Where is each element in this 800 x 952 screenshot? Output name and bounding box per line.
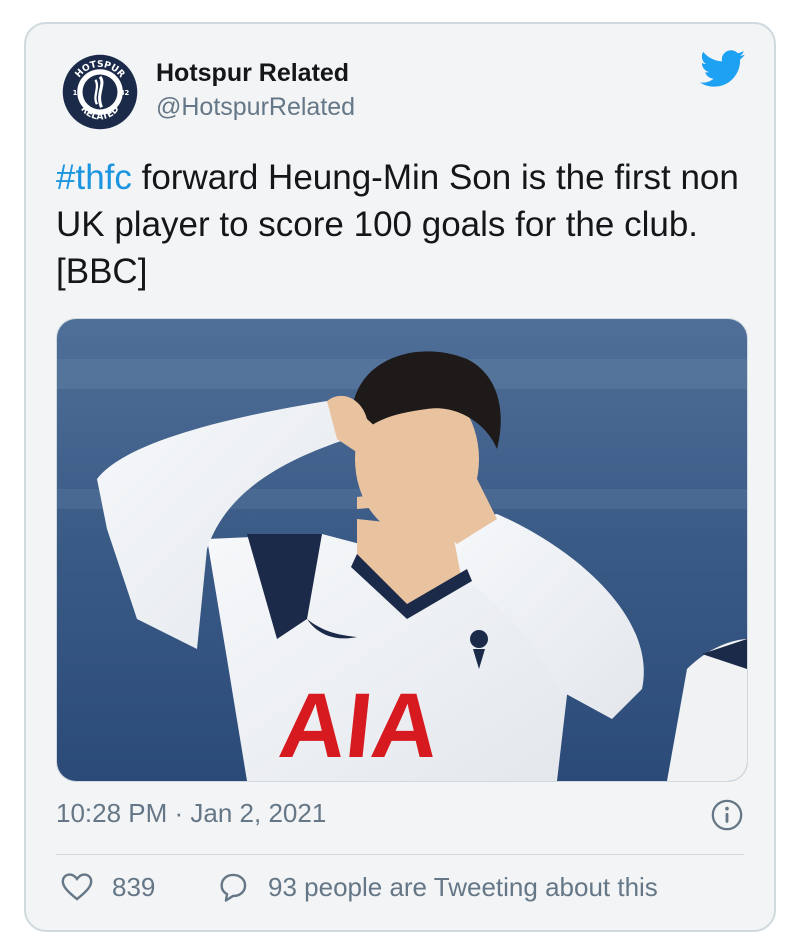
- author-name[interactable]: Hotspur Related: [156, 58, 355, 88]
- author-handle[interactable]: @HotspurRelated: [156, 90, 355, 124]
- heart-icon: [61, 873, 93, 901]
- tweet-text: #thfc forward Heung-Min Son is the first…: [56, 154, 746, 295]
- like-button[interactable]: 839: [60, 870, 155, 904]
- tweet-photo[interactable]: AIA: [56, 318, 748, 782]
- tweet-timestamp[interactable]: 10:28 PM · Jan 2, 2021: [56, 798, 326, 829]
- conversation-link[interactable]: 93 people are Tweeting about this: [216, 870, 658, 904]
- info-icon[interactable]: [710, 798, 744, 832]
- tweet-card[interactable]: HOTSPUR RELATED 18 82 Hotspur Related @H…: [24, 22, 776, 932]
- conversation-text: 93 people are Tweeting about this: [268, 871, 658, 902]
- shirt-sponsor-text: AIA: [275, 673, 444, 777]
- logo-year-left: 18: [73, 89, 83, 97]
- avatar[interactable]: HOTSPUR RELATED 18 82: [62, 54, 138, 130]
- author-block[interactable]: Hotspur Related @HotspurRelated: [156, 58, 355, 124]
- divider: [56, 854, 744, 855]
- tweet-actions: 839 93 people are Tweeting about this: [56, 870, 744, 910]
- hashtag-link[interactable]: #thfc: [56, 158, 132, 197]
- logo-year-right: 82: [120, 89, 130, 97]
- speech-bubble-icon: [220, 873, 247, 902]
- tweet-body: forward Heung-Min Son is the first non U…: [56, 158, 739, 291]
- twitter-bird-icon[interactable]: [700, 50, 746, 88]
- like-count: 839: [112, 871, 156, 902]
